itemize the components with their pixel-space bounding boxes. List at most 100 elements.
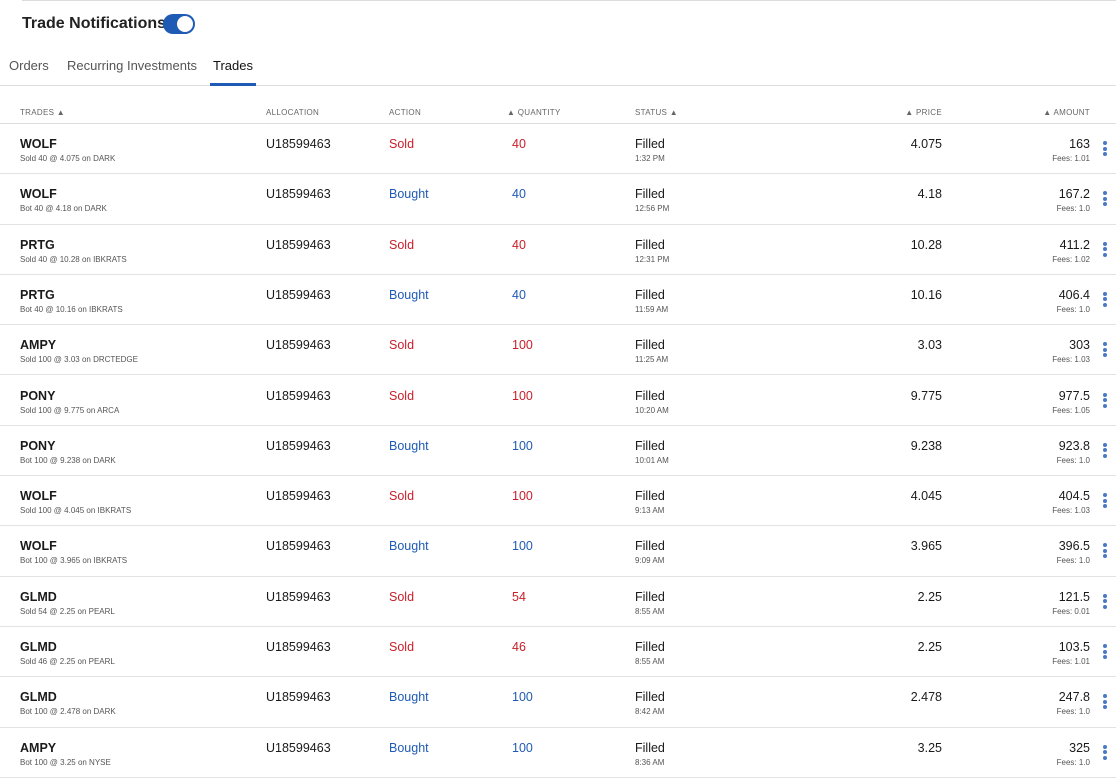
amount: 977.5: [1058, 388, 1090, 403]
trade-detail: Sold 54 @ 2.25 on PEARL: [20, 606, 115, 616]
table-row[interactable]: WOLF Sold 100 @ 4.045 on IBKRATS U185994…: [0, 476, 1116, 527]
amount: 396.5: [1058, 539, 1090, 554]
table-row[interactable]: PRTG Bot 40 @ 10.16 on IBKRATS U18599463…: [0, 275, 1116, 326]
trade-symbol: GLMD: [20, 589, 57, 604]
amount: 411.2: [1059, 237, 1090, 252]
action: Sold: [389, 388, 415, 403]
table-row[interactable]: GLMD Sold 46 @ 2.25 on PEARL U18599463 S…: [0, 627, 1116, 678]
fill-time: 1:32 PM: [635, 154, 665, 163]
table-row[interactable]: WOLF Bot 40 @ 4.18 on DARK U18599463 Bou…: [0, 174, 1116, 225]
quantity: 100: [512, 740, 533, 755]
table-row[interactable]: AMPY Sold 100 @ 3.03 on DRCTEDGE U185994…: [0, 325, 1116, 376]
trade-symbol: WOLF: [20, 187, 57, 202]
trade-detail: Sold 40 @ 10.28 on IBKRATS: [20, 254, 127, 264]
status: Filled: [635, 388, 665, 403]
fees: Fees: 1.05: [1052, 405, 1090, 415]
more-options-icon[interactable]: [1101, 291, 1109, 310]
trade-symbol: AMPY: [20, 740, 57, 755]
trade-symbol: GLMD: [20, 690, 57, 705]
status: Filled: [635, 338, 665, 353]
trade-detail: Bot 100 @ 9.238 on DARK: [20, 455, 116, 465]
fees: Fees: 1.0: [1056, 304, 1090, 314]
amount: 404.5: [1058, 489, 1090, 504]
col-status[interactable]: STATUS ▲: [635, 108, 678, 117]
amount: 247.8: [1058, 690, 1090, 705]
tab-orders[interactable]: Orders: [9, 58, 49, 86]
status: Filled: [635, 187, 665, 202]
status: Filled: [635, 287, 665, 302]
fill-time: 10:01 AM: [635, 455, 669, 465]
col-action[interactable]: ACTION: [389, 108, 421, 117]
more-options-icon[interactable]: [1101, 241, 1109, 260]
allocation: U18599463: [266, 690, 331, 705]
table-row[interactable]: WOLF Bot 100 @ 3.965 on IBKRATS U1859946…: [0, 526, 1116, 577]
trade-detail: Bot 100 @ 3.965 on IBKRATS: [20, 556, 128, 566]
allocation: U18599463: [266, 187, 331, 202]
amount: 406.4: [1058, 287, 1090, 302]
more-options-icon[interactable]: [1101, 442, 1109, 461]
col-amount[interactable]: ▲ AMOUNT: [1043, 108, 1090, 117]
trade-symbol: GLMD: [20, 640, 57, 654]
more-options-icon[interactable]: [1101, 694, 1109, 712]
price: 10.28: [910, 237, 942, 252]
allocation: U18599463: [266, 237, 331, 252]
table-row[interactable]: WOLF Sold 40 @ 4.075 on DARK U18599463 S…: [0, 124, 1116, 175]
fill-time: 12:31 PM: [635, 254, 670, 264]
table-row[interactable]: PRTG Sold 40 @ 10.28 on IBKRATS U1859946…: [0, 225, 1116, 275]
allocation: U18599463: [266, 137, 331, 151]
quantity: 100: [512, 338, 533, 353]
fill-time: 11:25 AM: [635, 355, 669, 365]
status: Filled: [635, 690, 665, 705]
trade-detail: Bot 40 @ 4.18 on DARK: [20, 204, 107, 214]
allocation: U18599463: [266, 438, 331, 453]
more-options-icon[interactable]: [1101, 141, 1109, 159]
more-options-icon[interactable]: [1101, 644, 1109, 662]
allocation: U18599463: [266, 740, 331, 755]
price: 3.25: [917, 740, 942, 755]
more-options-icon[interactable]: [1101, 543, 1109, 561]
trade-detail: Sold 46 @ 2.25 on PEARL: [20, 657, 115, 666]
table-row[interactable]: GLMD Sold 54 @ 2.25 on PEARL U18599463 S…: [0, 577, 1116, 627]
tab-trades[interactable]: Trades: [210, 58, 256, 86]
more-options-icon[interactable]: [1101, 191, 1109, 209]
price: 3.965: [910, 539, 942, 554]
more-options-icon[interactable]: [1101, 392, 1109, 411]
fill-time: 8:42 AM: [635, 707, 665, 717]
fees: Fees: 1.03: [1052, 506, 1090, 516]
quantity: 40: [512, 237, 526, 252]
price: 2.25: [917, 589, 942, 604]
fill-time: 9:09 AM: [635, 556, 665, 566]
trade-notifications-toggle[interactable]: [163, 14, 195, 34]
col-quantity[interactable]: ▲ QUANTITY: [507, 108, 561, 117]
action: Sold: [389, 640, 415, 654]
quantity: 100: [512, 388, 533, 403]
amount: 325: [1069, 740, 1090, 755]
table-row[interactable]: PONY Bot 100 @ 9.238 on DARK U18599463 B…: [0, 426, 1116, 477]
col-allocation[interactable]: ALLOCATION: [266, 108, 319, 117]
more-options-icon[interactable]: [1101, 744, 1109, 763]
fill-time: 9:13 AM: [635, 506, 665, 516]
quantity: 46: [512, 640, 526, 654]
quantity: 100: [512, 539, 533, 554]
quantity: 100: [512, 690, 533, 705]
tab-recurring-investments[interactable]: Recurring Investments: [67, 58, 197, 86]
fees: Fees: 1.0: [1056, 707, 1090, 717]
page-title: Trade Notifications: [22, 15, 167, 32]
table-row[interactable]: GLMD Bot 100 @ 2.478 on DARK U18599463 B…: [0, 677, 1116, 728]
action: Bought: [389, 287, 429, 302]
allocation: U18599463: [266, 539, 331, 554]
more-options-icon[interactable]: [1101, 493, 1109, 511]
fill-time: 12:56 PM: [635, 204, 670, 214]
col-trades[interactable]: TRADES ▲: [20, 108, 65, 117]
table-header: TRADES ▲ ALLOCATION ACTION ▲ QUANTITY ST…: [0, 104, 1116, 124]
table-row[interactable]: PONY Sold 100 @ 9.775 on ARCA U18599463 …: [0, 376, 1116, 426]
more-options-icon[interactable]: [1101, 342, 1109, 360]
price: 2.478: [910, 690, 942, 705]
col-price[interactable]: ▲ PRICE: [905, 108, 942, 117]
fill-time: 8:55 AM: [635, 606, 665, 616]
trade-symbol: PRTG: [20, 237, 55, 252]
table-row[interactable]: AMPY Bot 100 @ 3.25 on NYSE U18599463 Bo…: [0, 728, 1116, 778]
fees: Fees: 1.03: [1052, 355, 1090, 365]
more-options-icon[interactable]: [1101, 593, 1109, 612]
allocation: U18599463: [266, 489, 331, 504]
